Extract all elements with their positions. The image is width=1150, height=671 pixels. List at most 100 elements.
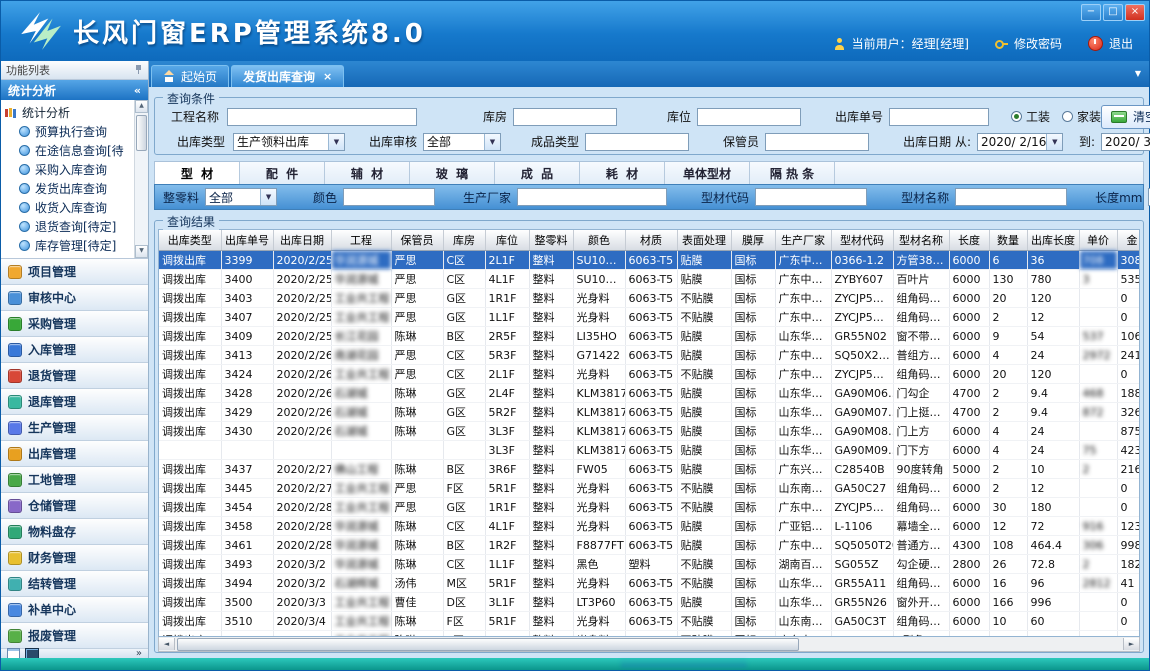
column-header[interactable]: 膜厚 [731, 230, 775, 251]
manufacturer-input[interactable] [517, 188, 667, 206]
scroll-left-icon[interactable]: ◄ [159, 638, 175, 650]
tab-home[interactable]: 起始页 [151, 65, 229, 87]
material-tab[interactable]: 成 品 [495, 162, 580, 184]
material-tab[interactable]: 玻 璃 [410, 162, 495, 184]
color-input[interactable] [343, 188, 435, 206]
sidebar-panel[interactable]: 生产管理 [1, 415, 148, 441]
collapse-chevron-icon[interactable]: « [134, 84, 141, 97]
table-row[interactable]: 调拨出库34002020/2/25华润源城严思C区4L1F整料SU10…6063… [159, 270, 1140, 289]
whole-piece-select[interactable]: 全部 ▼ [205, 188, 277, 206]
keeper-input[interactable] [765, 133, 869, 151]
out-type-select[interactable]: 生产领料出库 ▼ [233, 133, 345, 151]
sidebar-tree-item[interactable]: 在途信息查询[待 [5, 141, 135, 160]
sidebar-panel[interactable]: 补单中心 [1, 597, 148, 623]
column-header[interactable]: 出库长度 [1027, 230, 1079, 251]
column-header[interactable]: 整零料 [529, 230, 573, 251]
column-header[interactable]: 出库单号 [221, 230, 273, 251]
audit-select[interactable]: 全部 ▼ [423, 133, 501, 151]
scroll-up-icon[interactable]: ▲ [135, 100, 148, 113]
profile-code-input[interactable] [755, 188, 867, 206]
column-header[interactable]: 数量 [989, 230, 1027, 251]
column-header[interactable]: 出库日期 [273, 230, 331, 251]
sidebar-panel[interactable]: 工地管理 [1, 467, 148, 493]
column-header[interactable]: 出库类型 [159, 230, 221, 251]
sidebar-panel[interactable]: 入库管理 [1, 337, 148, 363]
sidebar-tree-item[interactable]: 预算执行查询 [5, 122, 135, 141]
sidebar-panel[interactable]: 退库管理 [1, 389, 148, 415]
sidebar-panel[interactable]: 报废管理 [1, 623, 148, 649]
tree-root-statistics[interactable]: 统计分析 [5, 103, 135, 122]
table-row[interactable]: 调拨出库34282020/2/26石湖城陈琳G区2L4F整料KLM3817606… [159, 384, 1140, 403]
maximize-button[interactable]: □ [1103, 4, 1123, 21]
column-header[interactable]: 型材代码 [831, 230, 893, 251]
material-tab[interactable]: 耗 材 [580, 162, 665, 184]
column-header[interactable]: 长度 [949, 230, 989, 251]
logout-button[interactable]: 退出 [1109, 35, 1133, 52]
material-tab[interactable]: 辅 材 [325, 162, 410, 184]
close-icon[interactable]: × [323, 71, 332, 82]
scroll-right-icon[interactable]: ► [1123, 638, 1139, 650]
table-row[interactable]: 调拨出库34302020/2/26石湖城陈琳G区3L3F整料KLM3817606… [159, 422, 1140, 441]
column-header[interactable]: 型材名称 [893, 230, 949, 251]
date-to-picker[interactable]: 2020/ 3/16 ▼ [1101, 133, 1150, 151]
table-row[interactable]: 调拨出库34932020/3/2华润源城陈琳C区1L1F整料黑色塑料不贴膜国标湖… [159, 555, 1140, 574]
column-header[interactable]: 保管员 [391, 230, 443, 251]
location-input[interactable] [697, 108, 801, 126]
warehouse-input[interactable] [513, 108, 617, 126]
date-from-picker[interactable]: 2020/ 2/16 ▼ [977, 133, 1063, 151]
table-row[interactable]: 调拨出库34292020/2/26石湖城陈琳G区5R2F整料KLM3817606… [159, 403, 1140, 422]
column-header[interactable]: 库房 [443, 230, 485, 251]
material-tab[interactable]: 隔 热 条 [750, 162, 835, 184]
column-header[interactable]: 颜色 [573, 230, 625, 251]
tab-shipping-outbound-query[interactable]: 发货出库查询 × [231, 65, 344, 87]
sidebar-panel[interactable]: 审核中心 [1, 285, 148, 311]
table-row[interactable]: 调拨出库34612020/2/28华润源城陈琳B区1R2F整料F8877FT60… [159, 536, 1140, 555]
sidebar-panel[interactable]: 项目管理 [1, 259, 148, 285]
sidebar-tree-item[interactable]: 采购入库查询 [5, 160, 135, 179]
table-row[interactable]: 调拨出库34542020/2/28工业共工程严思G区1R1F整料光身料6063-… [159, 498, 1140, 517]
table-row[interactable]: 调拨出库34942020/3/2石湖辉城汤伟M区5R1F整料光身料6063-T5… [159, 574, 1140, 593]
sidebar-panel[interactable]: 退货管理 [1, 363, 148, 389]
minimize-button[interactable]: − [1081, 4, 1101, 21]
column-header[interactable]: 单价 [1079, 230, 1117, 251]
column-header[interactable]: 生产厂家 [775, 230, 831, 251]
sidebar-section-statistics[interactable]: 统计分析 « [1, 80, 148, 100]
scroll-down-icon[interactable]: ▼ [135, 245, 148, 258]
table-row[interactable]: 调拨出库34372020/2/27佛山工程陈琳B区3R6F整料FW056063-… [159, 460, 1140, 479]
profile-name-input[interactable] [955, 188, 1067, 206]
sidebar-tree-item[interactable]: 退货查询[待定] [5, 217, 135, 236]
tree-scrollbar[interactable]: ▲ ▼ [134, 100, 148, 258]
table-row[interactable]: 调拨出库34452020/2/27工业共工程严思F区5R1F整料光身料6063-… [159, 479, 1140, 498]
pin-icon[interactable] [134, 65, 143, 75]
column-header[interactable]: 表面处理 [677, 230, 731, 251]
sidebar-panel[interactable]: 结转管理 [1, 571, 148, 597]
horizontal-scrollbar[interactable]: ◄ ► [158, 637, 1140, 652]
change-password-link[interactable]: 修改密码 [1014, 35, 1062, 52]
table-row[interactable]: 调拨出库34132020/2/26南湖花园严思C区5R3F整料G71422606… [159, 346, 1140, 365]
column-header[interactable]: 库位 [485, 230, 529, 251]
tab-list-dropdown-icon[interactable]: ▼ [1135, 69, 1141, 78]
column-header[interactable]: 材质 [625, 230, 677, 251]
radio-gongzhuang[interactable] [1011, 111, 1022, 122]
table-row[interactable]: 3L3F整料KLM38176063-T5贴膜国标山东华…GA90M09…门下方6… [159, 441, 1140, 460]
sidebar-tree-item[interactable]: 库存管理[待定] [5, 236, 135, 255]
column-header[interactable]: 工程 [331, 230, 391, 251]
table-row[interactable]: 调拨出库34092020/2/25长江花园陈琳B区2R5F整料LI35HO606… [159, 327, 1140, 346]
sidebar-panel[interactable]: 物料盘存 [1, 519, 148, 545]
order-no-input[interactable] [889, 108, 989, 126]
sidebar-panel[interactable]: 仓储管理 [1, 493, 148, 519]
table-row[interactable]: 调拨出库34582020/2/28华润源城陈琳C区4L1F整料光身料6063-T… [159, 517, 1140, 536]
product-type-input[interactable] [585, 133, 689, 151]
clear-conditions-button[interactable]: 清空条件 [1101, 105, 1150, 129]
sidebar-panel[interactable]: 出库管理 [1, 441, 148, 467]
sidebar-tree-item[interactable]: 发货出库查询 [5, 179, 135, 198]
material-tab[interactable]: 配 件 [240, 162, 325, 184]
table-row[interactable]: 调拨出库34032020/2/25工业共工程严思G区1R1F整料光身料6063-… [159, 289, 1140, 308]
sidebar-tree-item[interactable]: 收货入库查询 [5, 198, 135, 217]
table-row[interactable]: 调拨出库34072020/2/25工业共工程严思G区1L1F整料光身料6063-… [159, 308, 1140, 327]
project-name-input[interactable] [227, 108, 417, 126]
material-tab[interactable]: 单体型材 [665, 162, 750, 184]
scroll-thumb[interactable] [136, 115, 147, 151]
table-row[interactable]: 调拨出库35102020/3/4工业共工程陈琳F区5R1F整料光身料6063-T… [159, 612, 1140, 631]
table-row[interactable]: 调拨出库33992020/2/25华润源城严思C区2L1F整料SU10…6063… [159, 251, 1140, 270]
